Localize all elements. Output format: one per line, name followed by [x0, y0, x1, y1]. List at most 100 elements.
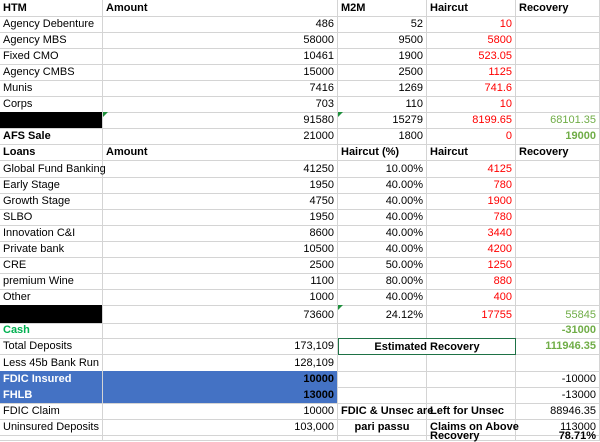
htm-m2m[interactable]: 110 [338, 96, 427, 113]
uninsured-name[interactable]: Uninsured Deposits [0, 419, 103, 436]
total-deposits-amount[interactable]: 173,109 [103, 338, 338, 355]
loan-haircut-pct[interactable]: 40.00% [338, 177, 427, 194]
loan-recovery[interactable] [516, 257, 600, 274]
loan-haircut-pct[interactable]: 40.00% [338, 193, 427, 210]
empty-cell[interactable] [0, 435, 103, 441]
recovery-percent[interactable]: 78.71% [516, 431, 600, 442]
htm-recovery[interactable] [516, 48, 600, 65]
htm-recovery[interactable] [516, 32, 600, 49]
empty-cell[interactable] [338, 355, 427, 372]
fdic-claim-name[interactable]: FDIC Claim [0, 403, 103, 420]
bank-run-name[interactable]: Less 45b Bank Run [0, 355, 103, 372]
htm-m2m[interactable]: 9500 [338, 32, 427, 49]
loan-haircut[interactable]: 4200 [427, 241, 516, 258]
loan-name[interactable]: Innovation C&I [0, 225, 103, 242]
htm-m2m[interactable]: 1900 [338, 48, 427, 65]
htm-m2m[interactable]: 1269 [338, 80, 427, 97]
loan-haircut[interactable]: 4125 [427, 161, 516, 178]
loan-haircut-pct[interactable]: 80.00% [338, 273, 427, 290]
loan-recovery[interactable] [516, 177, 600, 194]
loan-haircut[interactable]: 400 [427, 289, 516, 306]
htm-name[interactable]: Agency Debenture [0, 16, 103, 33]
recovery-label[interactable]: Recovery [427, 431, 516, 442]
empty-cell[interactable] [338, 371, 427, 388]
pari-passu-note-2[interactable]: pari passu [338, 419, 427, 436]
htm-haircut[interactable]: 1125 [427, 64, 516, 81]
cash-name[interactable]: Cash [0, 322, 103, 339]
left-for-unsec-label[interactable]: Left for Unsec [427, 403, 516, 420]
htm-amount[interactable]: 10461 [103, 48, 338, 65]
htm-haircut[interactable]: 523.05 [427, 48, 516, 65]
loan-amount[interactable]: 2500 [103, 257, 338, 274]
loan-name[interactable]: SLBO [0, 209, 103, 226]
loan-recovery[interactable] [516, 209, 600, 226]
loan-amount[interactable]: 1000 [103, 289, 338, 306]
htm-name[interactable]: Munis [0, 80, 103, 97]
afs-amount[interactable]: 21000 [103, 128, 338, 145]
fdic-insured-recovery[interactable]: -10000 [516, 371, 600, 388]
empty-cell[interactable] [338, 387, 427, 404]
loan-haircut[interactable]: 3440 [427, 225, 516, 242]
header-loans-haircut[interactable]: Haircut [427, 144, 516, 161]
htm-name[interactable]: Agency CMBS [0, 64, 103, 81]
loan-haircut[interactable]: 1900 [427, 193, 516, 210]
empty-cell[interactable] [103, 322, 338, 339]
afs-recovery[interactable]: 19000 [516, 128, 600, 145]
loan-amount[interactable]: 8600 [103, 225, 338, 242]
htm-total-haircut[interactable]: 8199.65 [427, 112, 516, 129]
htm-recovery[interactable] [516, 16, 600, 33]
htm-total-m2m[interactable]: 15279 [338, 112, 427, 129]
estimated-recovery-label[interactable]: Estimated Recovery [338, 338, 516, 355]
empty-cell[interactable] [338, 435, 427, 441]
header-m2m[interactable]: M2M [338, 0, 427, 17]
header-loans[interactable]: Loans [0, 144, 103, 161]
htm-haircut[interactable]: 5800 [427, 32, 516, 49]
loan-name[interactable]: Early Stage [0, 177, 103, 194]
loan-recovery[interactable] [516, 193, 600, 210]
loan-haircut-pct[interactable]: 40.00% [338, 209, 427, 226]
loan-amount[interactable]: 1950 [103, 209, 338, 226]
htm-amount[interactable]: 7416 [103, 80, 338, 97]
loan-haircut-pct[interactable]: 50.00% [338, 257, 427, 274]
htm-haircut[interactable]: 10 [427, 96, 516, 113]
htm-recovery[interactable] [516, 96, 600, 113]
htm-recovery[interactable] [516, 64, 600, 81]
htm-total-amount[interactable]: 91580 [103, 112, 338, 129]
uninsured-amount[interactable]: 103,000 [103, 419, 338, 436]
fhlb-recovery[interactable]: -13000 [516, 387, 600, 404]
loan-amount[interactable]: 4750 [103, 193, 338, 210]
htm-m2m[interactable]: 2500 [338, 64, 427, 81]
loan-amount[interactable]: 1950 [103, 177, 338, 194]
loan-name[interactable]: premium Wine [0, 273, 103, 290]
loan-haircut[interactable]: 1250 [427, 257, 516, 274]
htm-total-recovery[interactable]: 68101.35 [516, 112, 600, 129]
total-deposits-name[interactable]: Total Deposits [0, 338, 103, 355]
loan-recovery[interactable] [516, 225, 600, 242]
loan-recovery[interactable] [516, 161, 600, 178]
loan-name[interactable]: Global Fund Banking [0, 161, 106, 178]
loan-recovery[interactable] [516, 273, 600, 290]
header-haircut-pct[interactable]: Haircut (%) [338, 144, 427, 161]
bank-run-amount[interactable]: 128,109 [103, 355, 338, 372]
estimated-recovery-value[interactable]: 111946.35 [516, 338, 600, 355]
empty-cell[interactable] [103, 435, 338, 441]
loan-haircut[interactable]: 880 [427, 273, 516, 290]
afs-haircut[interactable]: 0 [427, 128, 516, 145]
loan-name[interactable]: Growth Stage [0, 193, 103, 210]
header-recovery[interactable]: Recovery [516, 0, 600, 17]
htm-amount[interactable]: 703 [103, 96, 338, 113]
header-loans-amount[interactable]: Amount [103, 144, 338, 161]
htm-haircut[interactable]: 10 [427, 16, 516, 33]
fhlb-name[interactable]: FHLB [0, 387, 103, 404]
loan-amount[interactable]: 10500 [103, 241, 338, 258]
empty-cell[interactable] [338, 322, 427, 339]
loan-haircut[interactable]: 780 [427, 177, 516, 194]
loan-haircut-pct[interactable]: 40.00% [338, 289, 427, 306]
htm-m2m[interactable]: 52 [338, 16, 427, 33]
empty-cell[interactable] [427, 387, 516, 404]
loan-haircut-pct[interactable]: 40.00% [338, 225, 427, 242]
htm-amount[interactable]: 15000 [103, 64, 338, 81]
htm-name[interactable]: Agency MBS [0, 32, 103, 49]
empty-cell[interactable] [516, 355, 600, 372]
htm-name[interactable]: Fixed CMO [0, 48, 103, 65]
